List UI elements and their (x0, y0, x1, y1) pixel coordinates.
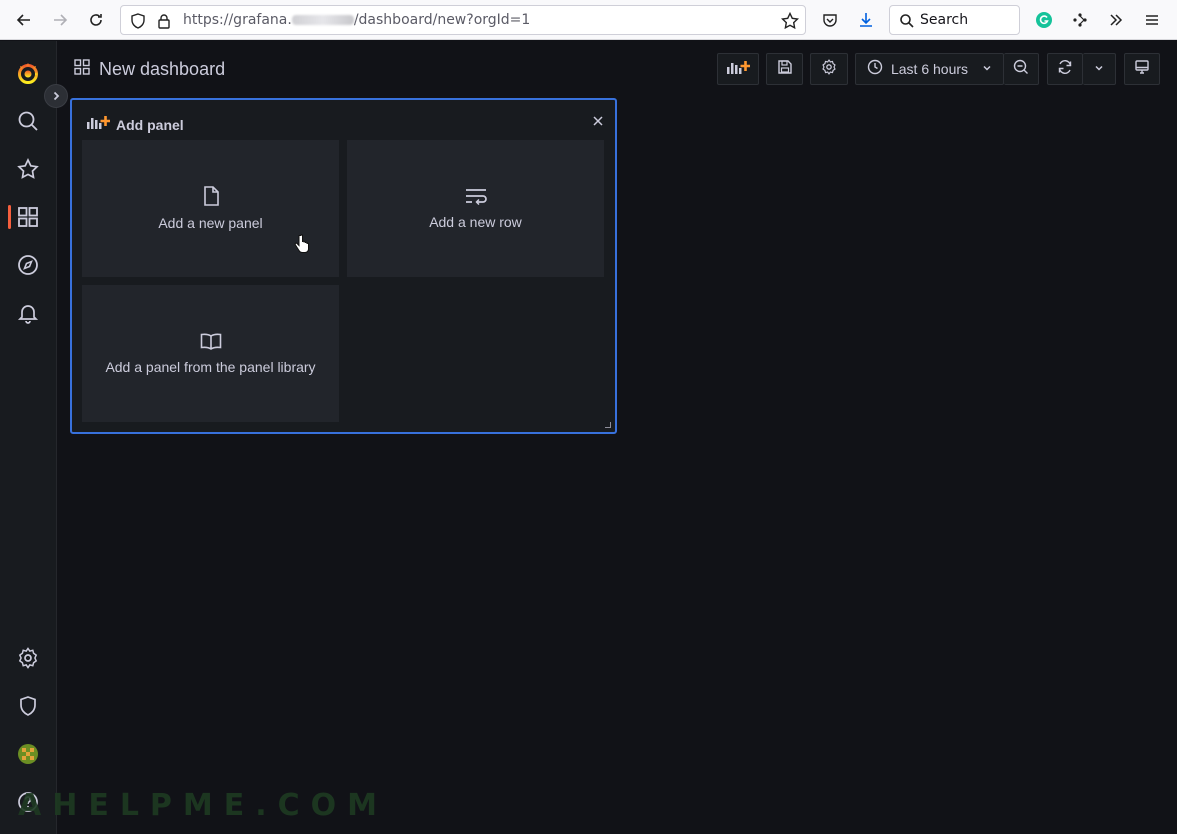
grammarly-icon[interactable] (1032, 8, 1056, 32)
active-indicator (8, 205, 11, 229)
alerting-icon[interactable] (16, 301, 40, 325)
time-range-picker[interactable]: Last 6 hours (855, 53, 1004, 85)
forward-icon[interactable] (48, 8, 72, 32)
url-text: https://grafana./dashboard/new?orgId=1 (183, 12, 531, 28)
search-icon (899, 13, 915, 34)
refresh-interval-dropdown[interactable] (1083, 53, 1116, 85)
star-icon[interactable] (16, 157, 40, 181)
page-title-wrap: New dashboard (74, 58, 225, 80)
url-bar[interactable]: https://grafana./dashboard/new?orgId=1 (120, 5, 806, 35)
monitor-icon (1134, 59, 1150, 80)
zoom-out-icon (1013, 59, 1029, 80)
dashboard-settings-button[interactable] (810, 53, 848, 85)
save-button[interactable] (766, 53, 803, 85)
option-label: Add a new row (429, 214, 522, 230)
shield-tracking-icon[interactable] (130, 13, 146, 34)
expand-sidebar-button[interactable] (44, 84, 68, 108)
download-icon[interactable] (854, 8, 878, 32)
lock-icon[interactable] (157, 13, 171, 34)
pocket-icon[interactable] (818, 8, 842, 32)
gear-icon (821, 58, 837, 80)
chevron-down-icon (1094, 60, 1104, 78)
clock-icon (867, 59, 883, 80)
add-panel-widget: Add panel Add a new panel Add a new row … (70, 98, 617, 434)
hand-cursor-icon (294, 234, 310, 259)
grafana-logo[interactable] (16, 61, 40, 85)
add-panel-icon (726, 59, 751, 80)
refresh-button[interactable] (1047, 53, 1083, 85)
panel-title: Add panel (116, 116, 184, 133)
refresh-icon (1057, 59, 1073, 80)
reload-icon[interactable] (84, 8, 108, 32)
browser-search-box[interactable]: Search (889, 5, 1020, 35)
view-mode-button[interactable] (1124, 53, 1160, 85)
bookmark-star-icon[interactable] (780, 11, 800, 35)
save-icon (777, 59, 793, 80)
panel-header: Add panel (86, 114, 184, 135)
search-icon[interactable] (16, 109, 40, 133)
dashboards-icon[interactable] (16, 205, 40, 229)
zoom-out-button[interactable] (1004, 53, 1039, 85)
row-icon (465, 187, 487, 210)
book-icon (200, 332, 222, 355)
time-range-label: Last 6 hours (890, 61, 969, 77)
option-label: Add a new panel (158, 215, 263, 231)
avatar[interactable] (16, 742, 40, 766)
overflow-chevrons-icon[interactable] (1104, 8, 1128, 32)
option-label: Add a panel from the panel library (105, 359, 316, 375)
watermark: AHELPME.COM (18, 788, 389, 823)
hamburger-menu-icon[interactable] (1140, 8, 1164, 32)
apps-grid-icon (74, 58, 90, 80)
page-title[interactable]: New dashboard (99, 59, 225, 80)
back-icon[interactable] (12, 8, 36, 32)
browser-toolbar: https://grafana./dashboard/new?orgId=1 S… (0, 0, 1177, 40)
add-new-row-button[interactable]: Add a new row (347, 140, 604, 277)
add-library-panel-button[interactable]: Add a panel from the panel library (82, 285, 339, 422)
close-icon[interactable] (591, 114, 605, 128)
add-panel-button[interactable] (717, 53, 759, 85)
sidebar (0, 41, 68, 834)
add-panel-icon (86, 114, 111, 135)
extension-icon[interactable] (1068, 8, 1092, 32)
file-icon (202, 186, 220, 211)
resize-handle[interactable] (605, 422, 611, 428)
shield-icon[interactable] (16, 694, 40, 718)
search-placeholder: Search (920, 12, 969, 28)
explore-icon[interactable] (16, 253, 40, 277)
chevron-down-icon (982, 60, 992, 78)
settings-icon[interactable] (16, 646, 40, 670)
